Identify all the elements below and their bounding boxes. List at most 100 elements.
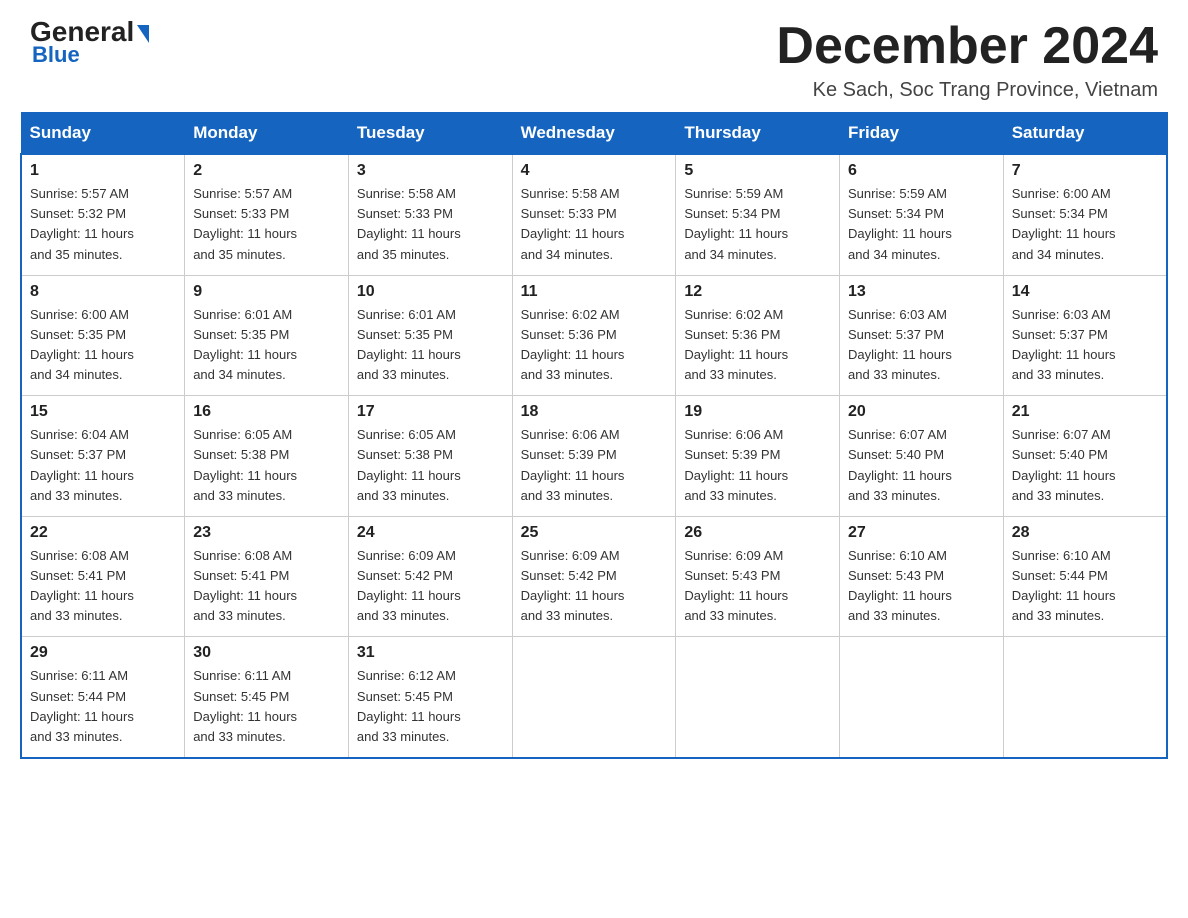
day-info: Sunrise: 6:00 AMSunset: 5:35 PMDaylight:… [30, 305, 176, 386]
day-info: Sunrise: 6:11 AMSunset: 5:45 PMDaylight:… [193, 666, 340, 747]
day-number: 7 [1012, 162, 1158, 180]
day-number: 19 [684, 403, 831, 421]
day-cell [840, 637, 1004, 758]
calendar: SundayMondayTuesdayWednesdayThursdayFrid… [0, 112, 1188, 779]
day-info: Sunrise: 6:01 AMSunset: 5:35 PMDaylight:… [357, 305, 504, 386]
logo: General Blue [30, 18, 149, 68]
day-info: Sunrise: 5:58 AMSunset: 5:33 PMDaylight:… [521, 184, 668, 265]
day-number: 12 [684, 283, 831, 301]
page-header: General Blue December 2024 Ke Sach, Soc … [0, 0, 1188, 112]
day-info: Sunrise: 6:02 AMSunset: 5:36 PMDaylight:… [521, 305, 668, 386]
day-info: Sunrise: 6:09 AMSunset: 5:42 PMDaylight:… [521, 546, 668, 627]
day-info: Sunrise: 6:07 AMSunset: 5:40 PMDaylight:… [1012, 425, 1158, 506]
day-number: 16 [193, 403, 340, 421]
week-row-1: 1Sunrise: 5:57 AMSunset: 5:32 PMDaylight… [21, 154, 1167, 275]
day-of-week-sunday: Sunday [21, 113, 185, 155]
day-number: 5 [684, 162, 831, 180]
day-info: Sunrise: 6:01 AMSunset: 5:35 PMDaylight:… [193, 305, 340, 386]
day-cell: 20 Sunrise: 6:07 AMSunset: 5:40 PMDayligh… [840, 396, 1004, 517]
day-info: Sunrise: 6:09 AMSunset: 5:42 PMDaylight:… [357, 546, 504, 627]
day-cell: 8 Sunrise: 6:00 AMSunset: 5:35 PMDaylight… [21, 275, 185, 396]
week-row-4: 22 Sunrise: 6:08 AMSunset: 5:41 PMDayligh… [21, 516, 1167, 637]
day-number: 2 [193, 162, 340, 180]
day-of-week-friday: Friday [840, 113, 1004, 155]
day-cell: 25 Sunrise: 6:09 AMSunset: 5:42 PMDayligh… [512, 516, 676, 637]
day-number: 20 [848, 403, 995, 421]
calendar-table: SundayMondayTuesdayWednesdayThursdayFrid… [20, 112, 1168, 759]
day-info: Sunrise: 6:08 AMSunset: 5:41 PMDaylight:… [193, 546, 340, 627]
day-cell [1003, 637, 1167, 758]
day-number: 29 [30, 644, 176, 662]
day-cell: 5 Sunrise: 5:59 AMSunset: 5:34 PMDaylight… [676, 154, 840, 275]
day-info: Sunrise: 6:06 AMSunset: 5:39 PMDaylight:… [684, 425, 831, 506]
day-of-week-monday: Monday [185, 113, 349, 155]
day-cell: 30 Sunrise: 6:11 AMSunset: 5:45 PMDayligh… [185, 637, 349, 758]
day-info: Sunrise: 6:08 AMSunset: 5:41 PMDaylight:… [30, 546, 176, 627]
day-cell: 23 Sunrise: 6:08 AMSunset: 5:41 PMDayligh… [185, 516, 349, 637]
day-number: 15 [30, 403, 176, 421]
day-info: Sunrise: 6:07 AMSunset: 5:40 PMDaylight:… [848, 425, 995, 506]
day-cell: 18Sunrise: 6:06 AMSunset: 5:39 PMDayligh… [512, 396, 676, 517]
day-info: Sunrise: 6:03 AMSunset: 5:37 PMDaylight:… [848, 305, 995, 386]
day-number: 28 [1012, 524, 1158, 542]
day-info: Sunrise: 6:05 AMSunset: 5:38 PMDaylight:… [193, 425, 340, 506]
day-cell: 12 Sunrise: 6:02 AMSunset: 5:36 PMDayligh… [676, 275, 840, 396]
day-cell: 2 Sunrise: 5:57 AMSunset: 5:33 PMDaylight… [185, 154, 349, 275]
day-cell: 15 Sunrise: 6:04 AMSunset: 5:37 PMDayligh… [21, 396, 185, 517]
month-title: December 2024 [776, 18, 1158, 75]
day-number: 4 [521, 162, 668, 180]
logo-sub: Blue [30, 42, 80, 68]
day-number: 24 [357, 524, 504, 542]
calendar-header: SundayMondayTuesdayWednesdayThursdayFrid… [21, 113, 1167, 155]
day-info: Sunrise: 6:11 AMSunset: 5:44 PMDaylight:… [30, 666, 176, 747]
day-of-week-saturday: Saturday [1003, 113, 1167, 155]
day-cell: 3Sunrise: 5:58 AMSunset: 5:33 PMDaylight… [348, 154, 512, 275]
day-number: 14 [1012, 283, 1158, 301]
day-cell [512, 637, 676, 758]
header-row: SundayMondayTuesdayWednesdayThursdayFrid… [21, 113, 1167, 155]
location-title: Ke Sach, Soc Trang Province, Vietnam [776, 79, 1158, 102]
day-number: 25 [521, 524, 668, 542]
day-cell: 22 Sunrise: 6:08 AMSunset: 5:41 PMDayligh… [21, 516, 185, 637]
day-number: 22 [30, 524, 176, 542]
day-cell: 1Sunrise: 5:57 AMSunset: 5:32 PMDaylight… [21, 154, 185, 275]
day-info: Sunrise: 6:03 AMSunset: 5:37 PMDaylight:… [1012, 305, 1158, 386]
calendar-body: 1Sunrise: 5:57 AMSunset: 5:32 PMDaylight… [21, 154, 1167, 758]
day-of-week-wednesday: Wednesday [512, 113, 676, 155]
day-info: Sunrise: 6:04 AMSunset: 5:37 PMDaylight:… [30, 425, 176, 506]
day-number: 3 [357, 162, 504, 180]
day-info: Sunrise: 6:10 AMSunset: 5:43 PMDaylight:… [848, 546, 995, 627]
day-info: Sunrise: 6:02 AMSunset: 5:36 PMDaylight:… [684, 305, 831, 386]
day-cell: 31Sunrise: 6:12 AMSunset: 5:45 PMDayligh… [348, 637, 512, 758]
day-number: 30 [193, 644, 340, 662]
day-cell: 28 Sunrise: 6:10 AMSunset: 5:44 PMDayligh… [1003, 516, 1167, 637]
day-number: 9 [193, 283, 340, 301]
week-row-2: 8 Sunrise: 6:00 AMSunset: 5:35 PMDaylight… [21, 275, 1167, 396]
week-row-3: 15 Sunrise: 6:04 AMSunset: 5:37 PMDayligh… [21, 396, 1167, 517]
day-number: 17 [357, 403, 504, 421]
day-cell: 19 Sunrise: 6:06 AMSunset: 5:39 PMDayligh… [676, 396, 840, 517]
title-area: December 2024 Ke Sach, Soc Trang Provinc… [776, 18, 1158, 102]
day-number: 8 [30, 283, 176, 301]
day-cell [676, 637, 840, 758]
day-number: 27 [848, 524, 995, 542]
day-cell: 10Sunrise: 6:01 AMSunset: 5:35 PMDayligh… [348, 275, 512, 396]
day-info: Sunrise: 5:57 AMSunset: 5:32 PMDaylight:… [30, 184, 176, 265]
day-cell: 9 Sunrise: 6:01 AMSunset: 5:35 PMDaylight… [185, 275, 349, 396]
day-number: 6 [848, 162, 995, 180]
day-info: Sunrise: 6:09 AMSunset: 5:43 PMDaylight:… [684, 546, 831, 627]
day-cell: 11 Sunrise: 6:02 AMSunset: 5:36 PMDayligh… [512, 275, 676, 396]
day-info: Sunrise: 5:59 AMSunset: 5:34 PMDaylight:… [684, 184, 831, 265]
day-cell: 4 Sunrise: 5:58 AMSunset: 5:33 PMDaylight… [512, 154, 676, 275]
day-cell: 17Sunrise: 6:05 AMSunset: 5:38 PMDayligh… [348, 396, 512, 517]
day-number: 23 [193, 524, 340, 542]
day-number: 11 [521, 283, 668, 301]
day-info: Sunrise: 6:10 AMSunset: 5:44 PMDaylight:… [1012, 546, 1158, 627]
day-number: 18 [521, 403, 668, 421]
day-info: Sunrise: 5:57 AMSunset: 5:33 PMDaylight:… [193, 184, 340, 265]
day-cell: 24 Sunrise: 6:09 AMSunset: 5:42 PMDayligh… [348, 516, 512, 637]
day-cell: 21Sunrise: 6:07 AMSunset: 5:40 PMDayligh… [1003, 396, 1167, 517]
day-number: 26 [684, 524, 831, 542]
day-cell: 16 Sunrise: 6:05 AMSunset: 5:38 PMDayligh… [185, 396, 349, 517]
day-cell: 27 Sunrise: 6:10 AMSunset: 5:43 PMDayligh… [840, 516, 1004, 637]
